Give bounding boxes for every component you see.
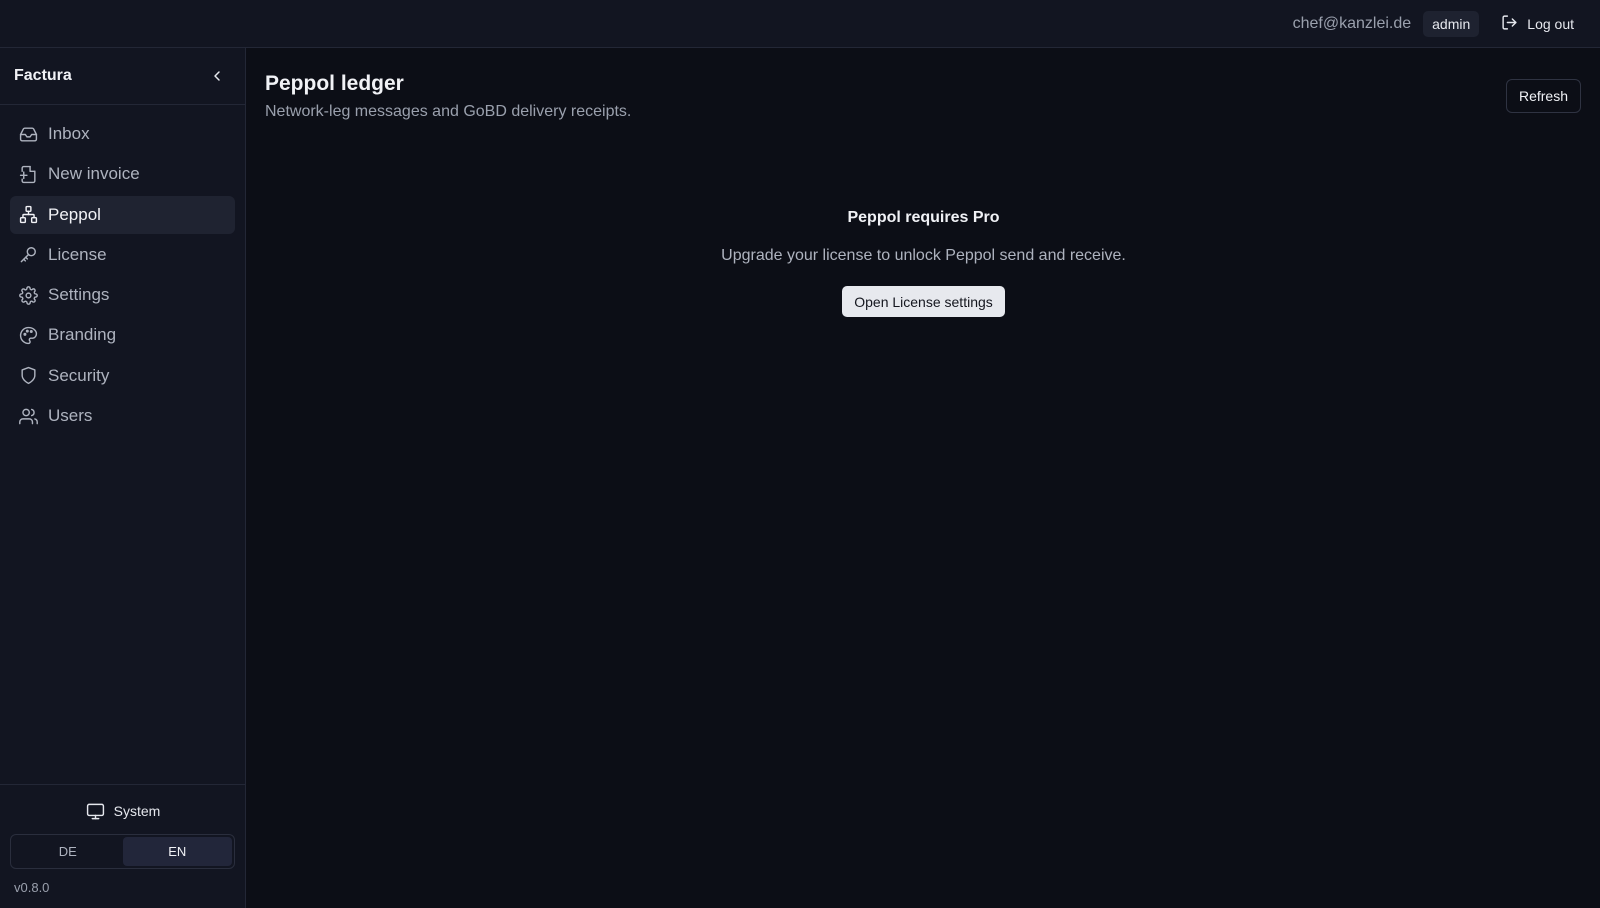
sidebar-item-label: License bbox=[48, 244, 107, 264]
collapse-sidebar-button[interactable] bbox=[209, 68, 225, 84]
sidebar: Factura Inbox New invoice Peppol License… bbox=[0, 48, 246, 908]
empty-state: Peppol requires Pro Upgrade your license… bbox=[247, 209, 1600, 317]
language-option-en[interactable]: EN bbox=[122, 837, 232, 866]
gear-icon bbox=[19, 285, 38, 305]
inbox-icon bbox=[19, 126, 38, 142]
open-license-settings-button[interactable]: Open License settings bbox=[842, 286, 1005, 317]
user-email: chef@kanzlei.de bbox=[1292, 14, 1412, 32]
sidebar-item-license[interactable]: License bbox=[10, 236, 235, 274]
sidebar-item-settings[interactable]: Settings bbox=[10, 276, 235, 314]
refresh-button[interactable]: Refresh bbox=[1505, 79, 1581, 113]
app-brand: Factura bbox=[14, 67, 72, 84]
logout-icon bbox=[1501, 14, 1518, 34]
sidebar-item-label: New invoice bbox=[48, 164, 140, 184]
empty-state-title: Peppol requires Pro bbox=[847, 209, 1000, 226]
sidebar-footer: System DE EN v0.8.0 bbox=[0, 784, 246, 908]
sidebar-item-peppol[interactable]: Peppol bbox=[10, 195, 235, 234]
sidebar-item-label: Settings bbox=[48, 285, 110, 305]
language-switch: DE EN bbox=[10, 834, 235, 869]
role-badge: admin bbox=[1423, 10, 1480, 37]
logout-label: Log out bbox=[1527, 15, 1574, 32]
theme-toggle-button[interactable]: System bbox=[0, 799, 246, 823]
theme-label: System bbox=[113, 803, 161, 819]
sidebar-item-label: Inbox bbox=[48, 124, 90, 143]
sidebar-item-branding[interactable]: Branding bbox=[10, 316, 235, 354]
monitor-icon bbox=[86, 803, 104, 819]
page-subtitle: Network-leg messages and GoBD delivery r… bbox=[265, 103, 632, 120]
shield-icon bbox=[21, 367, 36, 385]
file-plus-icon bbox=[19, 165, 36, 183]
empty-state-text: Upgrade your license to unlock Peppol se… bbox=[721, 247, 1126, 264]
sidebar-item-label: Peppol bbox=[48, 204, 101, 224]
sidebar-item-users[interactable]: Users bbox=[10, 397, 235, 435]
top-bar: chef@kanzlei.de admin Log out bbox=[0, 0, 1600, 48]
language-option-de[interactable]: DE bbox=[13, 837, 123, 866]
chevron-left-icon bbox=[214, 71, 220, 81]
sidebar-item-security[interactable]: Security bbox=[10, 357, 235, 395]
network-icon bbox=[19, 205, 38, 224]
sidebar-item-label: Branding bbox=[48, 325, 117, 345]
palette-icon bbox=[19, 326, 38, 345]
sidebar-item-inbox[interactable]: Inbox bbox=[10, 115, 235, 153]
sidebar-item-label: Security bbox=[48, 365, 110, 385]
key-icon bbox=[20, 247, 36, 263]
sidebar-item-new-invoice[interactable]: New invoice bbox=[10, 155, 235, 193]
sidebar-header: Factura bbox=[0, 48, 245, 105]
logout-button[interactable]: Log out bbox=[1501, 14, 1574, 34]
app-version: v0.8.0 bbox=[14, 880, 50, 895]
sidebar-item-label: Users bbox=[48, 406, 93, 426]
page-title: Peppol ledger bbox=[265, 72, 404, 95]
sidebar-nav: Inbox New invoice Peppol License Setting… bbox=[0, 105, 245, 435]
users-icon bbox=[19, 408, 38, 424]
main-content: Peppol ledger Network-leg messages and G… bbox=[247, 48, 1600, 908]
